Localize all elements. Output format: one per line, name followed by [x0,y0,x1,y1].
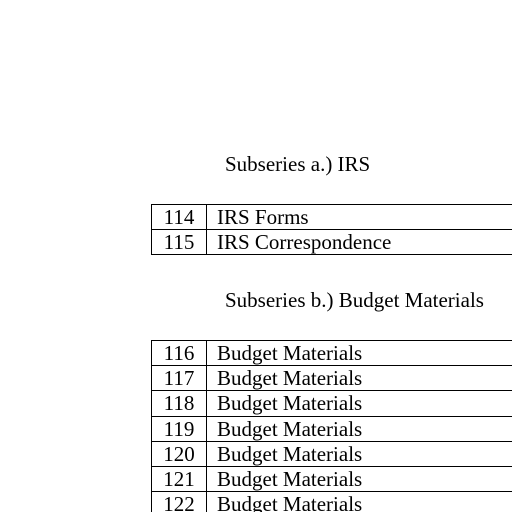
box-description: Budget Materials [206,491,512,512]
box-number: 119 [151,415,207,442]
table-row: 121 Budget Materials [151,465,512,493]
box-description: Budget Materials [206,440,512,467]
box-description: Budget Materials [206,339,512,367]
box-description: Budget Materials [206,465,512,493]
table-row: 117 Budget Materials [151,365,512,392]
box-number: 121 [151,465,207,493]
subseries-b-table: 116 Budget Materials 117 Budget Material… [151,339,512,512]
box-number: 120 [151,440,207,467]
table-row: 116 Budget Materials [151,339,512,367]
box-description: Budget Materials [206,415,512,442]
table-row: 115 IRS Correspondence [151,229,512,256]
subseries-b-heading: Subseries b.) Budget Materials [225,288,484,312]
box-number: 122 [151,491,207,512]
box-description: Budget Materials [206,390,512,417]
table-row: 120 Budget Materials [151,440,512,467]
box-number: 114 [151,203,207,231]
document-page: Subseries a.) IRS 114 IRS Forms 115 IRS … [0,0,512,512]
subseries-a-table: 114 IRS Forms 115 IRS Correspondence [151,203,512,256]
table-row: 118 Budget Materials [151,390,512,417]
box-number: 117 [151,365,207,392]
box-description: Budget Materials [206,365,512,392]
box-description: IRS Forms [206,203,512,231]
subseries-a-heading: Subseries a.) IRS [225,152,371,176]
box-description: IRS Correspondence [206,229,512,256]
box-number: 116 [151,339,207,367]
box-number: 118 [151,390,207,417]
table-row: 122 Budget Materials [151,491,512,512]
table-row: 119 Budget Materials [151,415,512,442]
table-row: 114 IRS Forms [151,203,512,231]
box-number: 115 [151,229,207,256]
